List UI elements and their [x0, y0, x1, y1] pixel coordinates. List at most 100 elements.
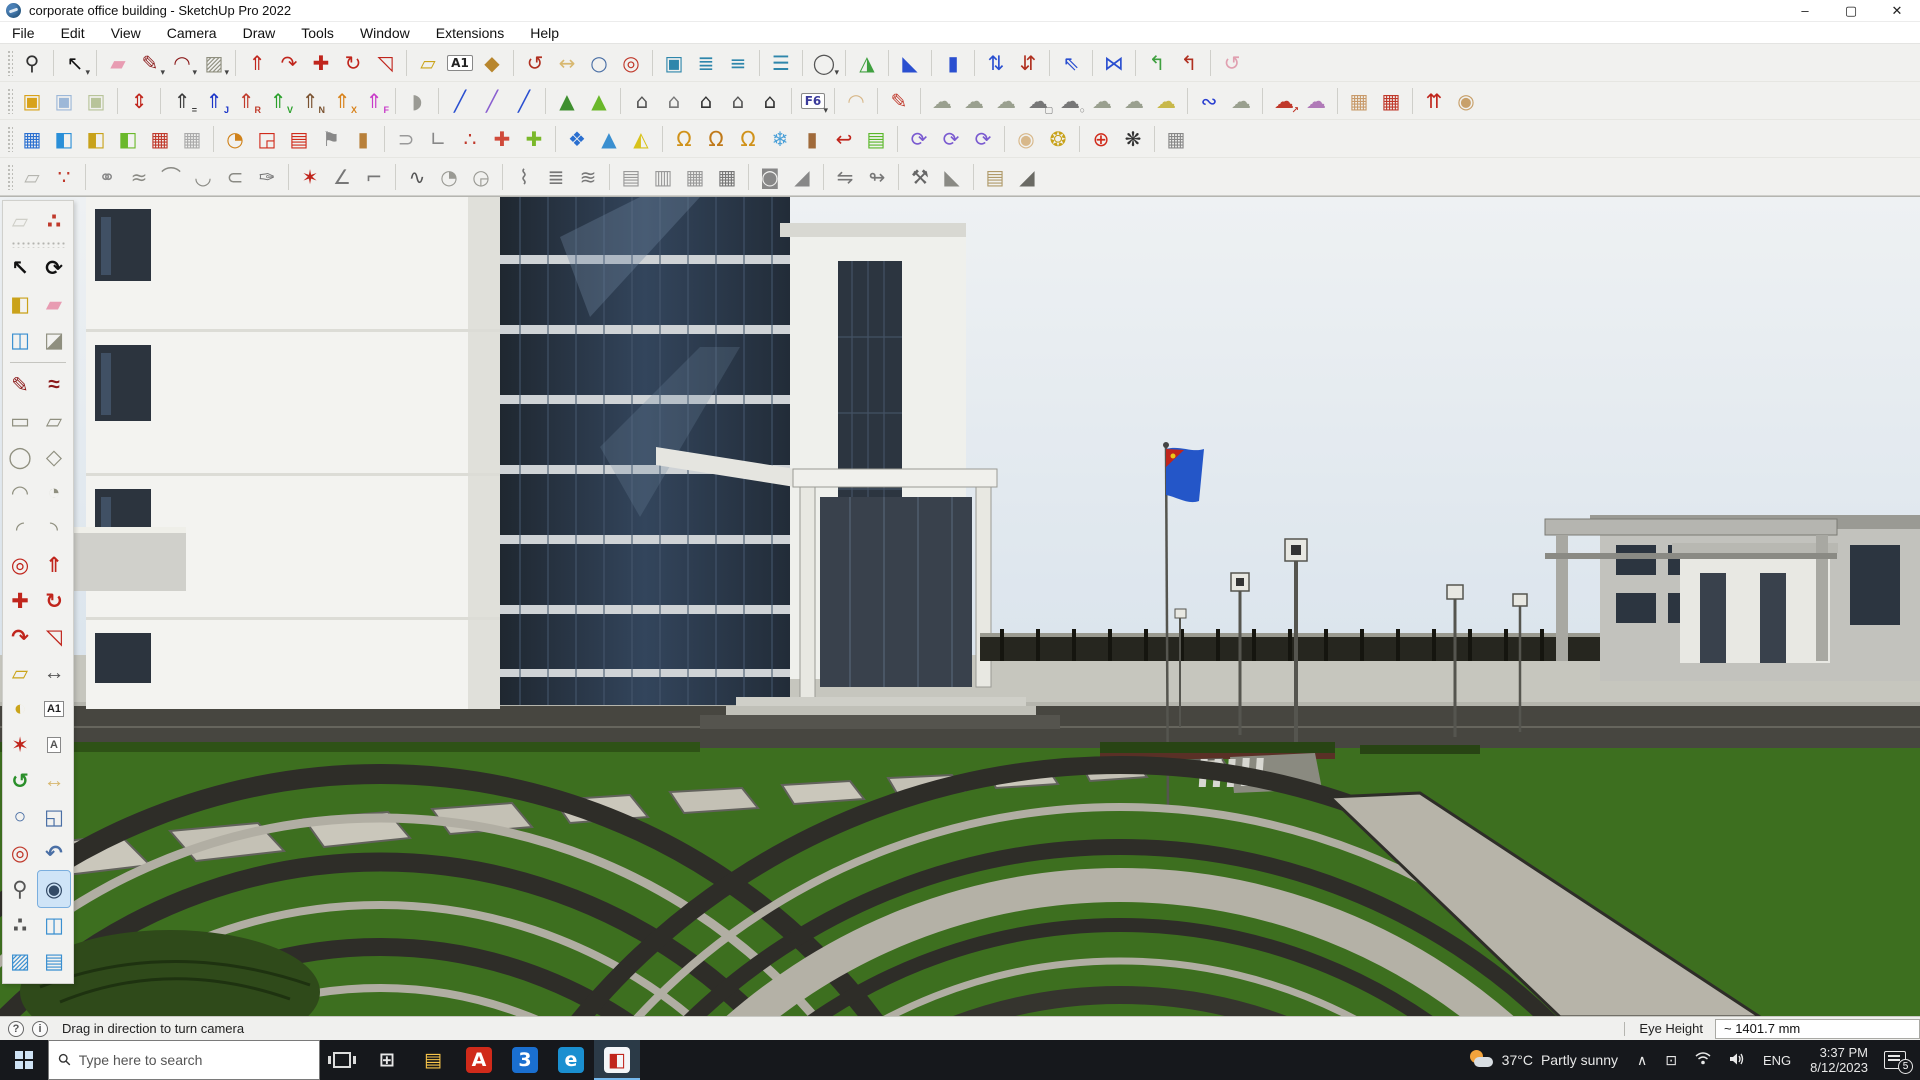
view-side-icon[interactable]: ☰ [765, 47, 797, 79]
turn-gray-icon[interactable]: ↬ [861, 161, 893, 193]
curve-u-icon[interactable]: ◡ [187, 161, 219, 193]
flip-edge-icon[interactable]: ◮ [851, 47, 883, 79]
round-sharp-icon[interactable]: ☁ [958, 85, 990, 117]
zoom-extents-icon[interactable]: ◎ [615, 47, 647, 79]
corner-square-icon[interactable]: ☁ ▢ [1022, 85, 1054, 117]
stamp-tool-icon[interactable]: ◙ [754, 161, 786, 193]
mesh-red-icon[interactable]: ▦ [1375, 85, 1407, 117]
jpp-round-icon[interactable]: ⇑ R [230, 85, 262, 117]
round-corner-icon[interactable]: ☁ [926, 85, 958, 117]
app-3ds-icon[interactable]: 3 [502, 1040, 548, 1080]
follow-me-icon[interactable]: ↷ [4, 619, 36, 655]
cloud-purple-icon[interactable]: ☁ [1300, 85, 1332, 117]
measurement-input[interactable]: ~ 1401.7 mm [1715, 1018, 1920, 1039]
edge-tool-3-icon[interactable]: ╱ [508, 85, 540, 117]
arc-3pt-icon[interactable]: ◜ [4, 511, 36, 547]
slice-tool-icon[interactable]: ◶ [465, 161, 497, 193]
fan-tool-icon[interactable]: ◔ [433, 161, 465, 193]
maximize-button[interactable]: ▢ [1828, 0, 1874, 22]
bezier-dots-icon[interactable]: ∴ [454, 123, 486, 155]
scale-icon[interactable]: ◹ [38, 619, 70, 655]
dot-pair-icon[interactable]: ⚭ [91, 161, 123, 193]
hook-green-icon[interactable]: ↰ [1141, 47, 1173, 79]
flip-face-icon[interactable]: ◣ [894, 47, 926, 79]
tan-shape-icon[interactable]: ◠ [840, 85, 872, 117]
volume-icon[interactable] [1720, 1052, 1754, 1069]
elbow-rod-icon[interactable]: ∟ [422, 123, 454, 155]
tape-measure-icon[interactable]: ▱ [412, 47, 444, 79]
look-around-icon[interactable]: ◉ [37, 870, 71, 908]
walk-icon[interactable]: ∴ [4, 907, 36, 943]
corner-circle-icon[interactable]: ☁ ○ [1054, 85, 1086, 117]
jpp-equal-icon[interactable]: ⇑ = [166, 85, 198, 117]
section-fill-icon[interactable]: ▨ [4, 943, 36, 979]
wedge-tool-icon[interactable]: ◣ [936, 161, 968, 193]
horseshoe-x-icon[interactable]: Ω [700, 123, 732, 155]
lower-raise-icon[interactable]: ⇵ [1012, 47, 1044, 79]
pie-icon[interactable]: ◔ [38, 475, 70, 511]
arc-2pt-icon[interactable]: ◠ [4, 475, 36, 511]
curve-arc-icon[interactable]: ⌒ [155, 161, 187, 193]
dimension-icon[interactable]: ↔ [38, 655, 70, 691]
loop-pink-icon[interactable]: ↺ [1216, 47, 1248, 79]
menu-item-camera[interactable]: Camera [167, 25, 217, 41]
task-view-button[interactable] [320, 1040, 364, 1080]
zoom-extents-icon[interactable]: ◎ [4, 835, 36, 871]
crate-brown-icon[interactable]: ▮ [796, 123, 828, 155]
jpp-normal-icon[interactable]: ⇑ N [294, 85, 326, 117]
house-4-icon[interactable]: ⌂ [722, 85, 754, 117]
search-commands-icon[interactable]: ⚲ [16, 47, 48, 79]
blocks-green-icon[interactable]: ▤ [860, 123, 892, 155]
rectangle-icon[interactable]: ▭ [4, 403, 36, 439]
bowtie-fix-icon[interactable]: ⋈ [1098, 47, 1130, 79]
offset-icon[interactable]: ◎ [4, 547, 36, 583]
jpp-follow-icon[interactable]: ⇑ F [358, 85, 390, 117]
loft-tool-icon[interactable]: ≋ [572, 161, 604, 193]
axes-star-icon[interactable]: ✶ [294, 161, 326, 193]
menu-item-file[interactable]: File [12, 25, 35, 41]
bezier-dots-icon[interactable]: ∴ [38, 203, 70, 239]
wood-block-icon[interactable]: ▮ [347, 123, 379, 155]
mesh-grid-2-icon[interactable]: ▥ [647, 161, 679, 193]
tile-white-grid-icon[interactable]: ▦ [176, 123, 208, 155]
rotated-rectangle-icon[interactable]: ▱ [38, 403, 70, 439]
cloud-arrow-icon[interactable]: ☁ ↗ [1268, 85, 1300, 117]
tape-measure-icon[interactable]: ▱ [4, 655, 36, 691]
house-5-icon[interactable]: ⌂ [754, 85, 786, 117]
select-icon[interactable]: ↖ [4, 250, 36, 286]
plus-grid-green-icon[interactable]: ✚ [518, 123, 550, 155]
text-icon[interactable]: A1 [38, 691, 70, 727]
clock[interactable]: 3:37 PM 8/12/2023 [1800, 1045, 1878, 1075]
terrain-peak-icon[interactable]: ▲ [583, 85, 615, 117]
tray-chevron-icon[interactable]: ∧ [1628, 1052, 1656, 1069]
shell-icon[interactable]: ◗ [401, 85, 433, 117]
menu-item-window[interactable]: Window [360, 25, 410, 41]
section-display-icon[interactable]: ▤ [38, 943, 70, 979]
pipe-joint-icon[interactable]: ⊃ [390, 123, 422, 155]
raise-lower-icon[interactable]: ⇅ [980, 47, 1012, 79]
view-top-icon[interactable]: ≣ [690, 47, 722, 79]
rectangle-icon[interactable]: ▨ ▾ [198, 47, 230, 79]
edge-tool-2-icon[interactable]: ╱ [476, 85, 508, 117]
hammer-tool-icon[interactable]: ⚒ [904, 161, 936, 193]
round-box-blue-icon[interactable]: ▣ [48, 85, 80, 117]
zoom-window-icon[interactable]: ◱ [38, 799, 70, 835]
view-iso-icon[interactable]: ▣ [658, 47, 690, 79]
fredo6-menu-icon[interactable]: F6 ▾ [797, 85, 829, 117]
text-icon[interactable]: A1 [444, 47, 476, 79]
weather-widget[interactable]: 37°C Partly sunny [1458, 1049, 1628, 1071]
zoom-icon[interactable]: ○ [583, 47, 615, 79]
zoom-icon[interactable]: ○ [4, 799, 36, 835]
fredo-cloud-1-icon[interactable]: ☁ [1086, 85, 1118, 117]
pull-corner-icon[interactable]: ⇖ [1055, 47, 1087, 79]
menu-item-help[interactable]: Help [530, 25, 559, 41]
paper-note-icon[interactable]: ▱ [4, 203, 36, 239]
rotate-box-2-icon[interactable]: ⟳ [935, 123, 967, 155]
tile-yellow-icon[interactable]: ◧ [80, 123, 112, 155]
pan-icon[interactable]: ↔ [38, 763, 70, 799]
menu-item-draw[interactable]: Draw [243, 25, 276, 41]
rotate-icon[interactable]: ↻ [337, 47, 369, 79]
snowflake-move-icon[interactable]: ❄ [764, 123, 796, 155]
line-dot-icon[interactable]: ⌐ [358, 161, 390, 193]
info-status-icon[interactable]: i [32, 1020, 48, 1037]
